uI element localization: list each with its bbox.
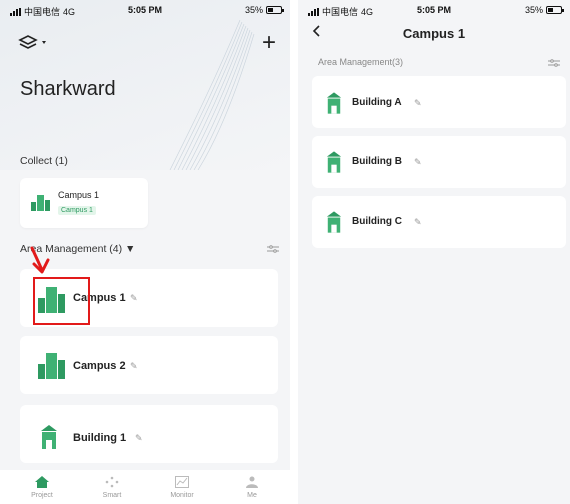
area-card-name: Campus 2 bbox=[73, 360, 126, 372]
tab-label: Smart bbox=[102, 492, 122, 499]
status-bar: 中国电信 4G 5:05 PM 35% bbox=[0, 4, 290, 18]
layers-switch-icon[interactable] bbox=[18, 34, 50, 52]
building-card-name: Building C bbox=[352, 216, 402, 227]
filter-icon[interactable] bbox=[267, 244, 279, 254]
chart-icon bbox=[175, 476, 189, 488]
tab-label: Monitor bbox=[170, 492, 194, 499]
building-icon bbox=[41, 425, 57, 449]
annotation-highlight-box bbox=[33, 277, 90, 325]
area-card-building-1[interactable]: Building 1 ✎ bbox=[20, 405, 278, 463]
edit-icon[interactable]: ✎ bbox=[414, 217, 422, 228]
building-card-a[interactable]: Building A ✎ bbox=[312, 76, 566, 128]
filter-icon[interactable] bbox=[548, 58, 560, 68]
building-icon bbox=[326, 92, 342, 114]
battery-percent: 35% bbox=[524, 5, 543, 15]
battery-percent: 35% bbox=[244, 5, 263, 15]
project-home-screen: 中国电信 4G 5:05 PM 35% + Sharkward Collect … bbox=[0, 0, 290, 504]
home-icon bbox=[35, 476, 49, 488]
edit-icon[interactable]: ✎ bbox=[414, 98, 422, 109]
dots-icon bbox=[105, 476, 119, 488]
collect-item-name: Campus 1 bbox=[58, 190, 100, 200]
collect-section-label: Collect (1) bbox=[20, 155, 68, 167]
building-icon bbox=[326, 151, 342, 173]
area-card-name: Building 1 bbox=[73, 432, 127, 444]
edit-icon[interactable]: ✎ bbox=[414, 157, 422, 168]
area-management-label: Area Management(3) bbox=[318, 57, 404, 67]
annotation-arrow bbox=[30, 246, 50, 274]
campus-icon bbox=[38, 353, 65, 379]
building-card-name: Building B bbox=[352, 156, 402, 167]
battery-icon bbox=[546, 6, 564, 14]
campus-icon bbox=[31, 195, 50, 211]
tab-me[interactable]: Me bbox=[222, 476, 282, 499]
building-card-c[interactable]: Building C ✎ bbox=[312, 196, 566, 248]
tab-smart[interactable]: Smart bbox=[82, 476, 142, 499]
battery-icon bbox=[266, 6, 284, 14]
bottom-tab-bar: Project Smart Monitor Me bbox=[0, 470, 290, 504]
collect-item-tag: Campus 1 bbox=[58, 206, 96, 215]
building-card-name: Building A bbox=[352, 97, 402, 108]
page-title: Campus 1 bbox=[402, 26, 466, 41]
person-icon bbox=[246, 476, 258, 488]
edit-icon[interactable]: ✎ bbox=[135, 433, 143, 444]
tower-illustration bbox=[169, 20, 255, 170]
tab-monitor[interactable]: Monitor bbox=[152, 476, 212, 499]
campus-detail-screen: 中国电信 4G 5:05 PM 35% Campus 1 Area Manage… bbox=[298, 0, 570, 504]
area-card-campus-2[interactable]: Campus 2 ✎ bbox=[20, 336, 278, 394]
edit-icon[interactable]: ✎ bbox=[130, 293, 138, 304]
tab-label: Project bbox=[31, 492, 53, 499]
add-icon[interactable]: + bbox=[262, 31, 276, 55]
collect-card[interactable]: Campus 1 Campus 1 bbox=[20, 178, 148, 228]
status-bar: 中国电信 4G 5:05 PM 35% bbox=[298, 4, 570, 18]
tab-project[interactable]: Project bbox=[12, 476, 72, 499]
tab-label: Me bbox=[247, 492, 257, 499]
app-title: Sharkward bbox=[20, 78, 116, 100]
building-card-b[interactable]: Building B ✎ bbox=[312, 136, 566, 188]
building-icon bbox=[326, 211, 342, 233]
edit-icon[interactable]: ✎ bbox=[130, 361, 138, 372]
